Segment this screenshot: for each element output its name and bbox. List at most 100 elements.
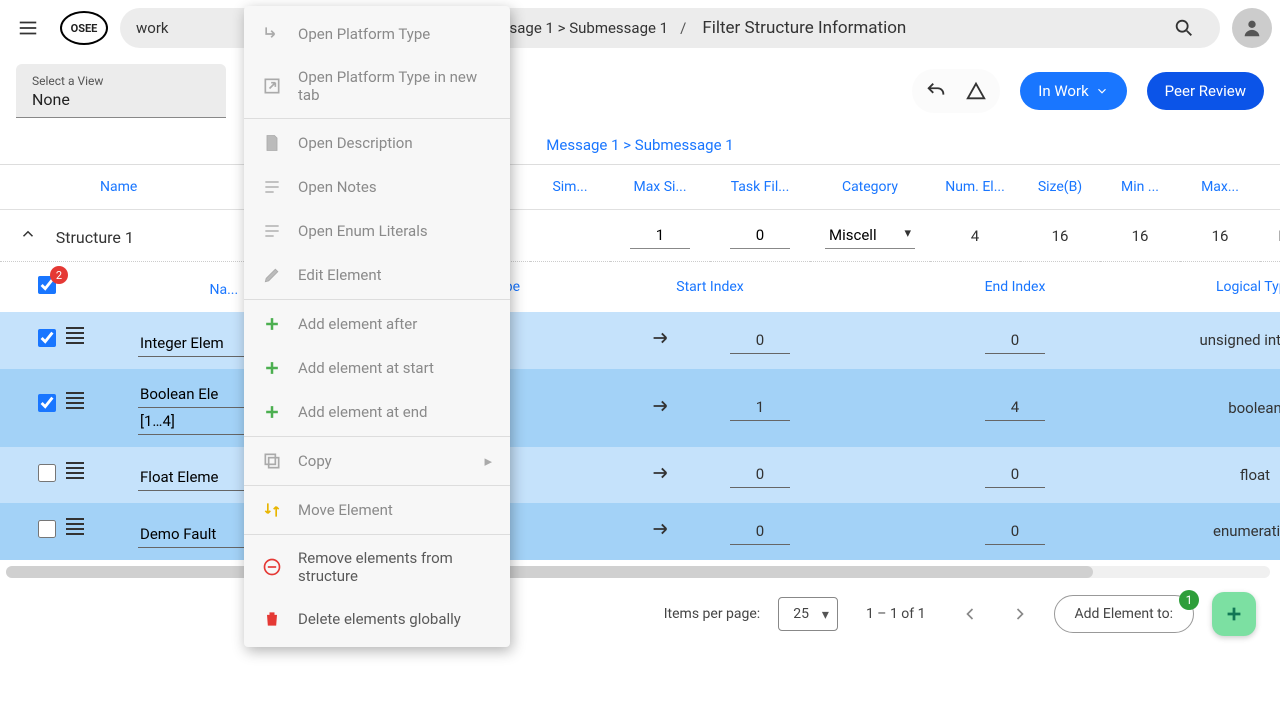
goto-button[interactable]: [649, 327, 671, 353]
element-checkbox[interactable]: [38, 394, 56, 412]
menu-button[interactable]: [8, 8, 48, 48]
max-value: 16: [1180, 210, 1260, 262]
table-header-row: Name Sim... Max Si... Task Fil... Catego…: [0, 165, 1280, 210]
view-selector-value: None: [32, 88, 210, 109]
structure-row: Structure 1 Miscell 4 16 16 16 Base: [0, 210, 1280, 262]
menu-delete-elements[interactable]: Delete elements globally: [244, 597, 510, 641]
menu-add-element-after[interactable]: Add element after: [244, 302, 510, 346]
copy-icon: [262, 451, 282, 471]
table-footer: Items per page: 25 1 – 1 of 1 Add Elemen…: [0, 578, 1280, 650]
per-page-select[interactable]: 25: [778, 597, 838, 631]
col-category[interactable]: Category: [810, 165, 930, 210]
sizeb-value: 16: [1020, 210, 1100, 262]
menu-edit-element[interactable]: Edit Element: [244, 253, 510, 297]
menu-open-platform-type-new-tab[interactable]: Open Platform Type in new tab: [244, 56, 510, 116]
menu-add-element-end[interactable]: Add element at end: [244, 390, 510, 434]
trash-icon: [262, 609, 282, 629]
col-max-si[interactable]: Max Si...: [610, 165, 710, 210]
search-button[interactable]: [1164, 8, 1204, 48]
topbar: OSEE work / Message 1 > Submessage 1 / F…: [0, 0, 1280, 56]
add-fab[interactable]: [1212, 592, 1256, 636]
subcol-logical-type[interactable]: Logical Type: [1180, 262, 1280, 313]
plus-icon: [262, 314, 282, 334]
in-work-button[interactable]: In Work: [1020, 72, 1126, 110]
col-num-el[interactable]: Num. El...: [930, 165, 1020, 210]
num-el-value: 4: [930, 210, 1020, 262]
per-page-value: 25: [793, 606, 809, 622]
element-checkbox[interactable]: [38, 464, 56, 482]
prev-page-button[interactable]: [954, 598, 986, 630]
breadcrumb-link[interactable]: Message 1 > Submessage 1: [546, 136, 733, 154]
element-checkbox[interactable]: [38, 520, 56, 538]
plus-icon: [1223, 603, 1245, 625]
subcol-name[interactable]: Na...: [209, 282, 238, 298]
toolbar-row: Select a View None In Work Peer Review: [0, 56, 1280, 130]
start-index-value: 0: [730, 327, 790, 354]
goto-button[interactable]: [649, 518, 671, 544]
undo-icon: [925, 80, 947, 102]
drag-handle[interactable]: [66, 459, 84, 482]
pencil-icon: [262, 265, 282, 285]
breadcrumb-separator: /: [680, 19, 686, 37]
end-index-value: 0: [985, 327, 1045, 354]
element-checkbox[interactable]: [38, 329, 56, 347]
logical-type-value: enumeration: [1180, 503, 1280, 560]
task-input[interactable]: [730, 222, 790, 249]
menu-open-enum-literals[interactable]: Open Enum Literals: [244, 209, 510, 253]
col-min[interactable]: Min ...: [1100, 165, 1180, 210]
element-row: 00unsigned integer: [0, 312, 1280, 369]
col-max[interactable]: Max...: [1180, 165, 1260, 210]
undo-group: [912, 69, 1000, 113]
subdirectory-arrow-icon: [262, 24, 282, 44]
expand-toggle[interactable]: [16, 225, 40, 247]
element-row: 14boolean: [0, 369, 1280, 447]
col-sim[interactable]: Sim...: [530, 165, 610, 210]
context-menu: Open Platform Type Open Platform Type in…: [244, 6, 510, 647]
menu-copy[interactable]: Copy ▸: [244, 439, 510, 483]
next-page-button[interactable]: [1004, 598, 1036, 630]
col-ap[interactable]: Ap: [1260, 165, 1280, 210]
arrow-right-icon: [649, 327, 671, 349]
chevron-right-icon: [1010, 604, 1030, 624]
category-select[interactable]: Miscell: [825, 222, 915, 249]
items-per-page-label: Items per page:: [664, 606, 760, 622]
col-sizeb[interactable]: Size(B): [1020, 165, 1100, 210]
document-icon: [262, 133, 282, 153]
subcol-start-index[interactable]: Start Index: [610, 262, 810, 313]
drag-handle[interactable]: [66, 324, 84, 347]
col-task-fil[interactable]: Task Fil...: [710, 165, 810, 210]
logical-type-value: boolean: [1180, 369, 1280, 447]
goto-button[interactable]: [649, 462, 671, 488]
horizontal-scrollbar[interactable]: [6, 566, 1270, 578]
arrow-right-icon: [649, 462, 671, 484]
structure-name: Structure 1: [56, 228, 134, 247]
plus-icon: [262, 358, 282, 378]
user-avatar[interactable]: [1232, 8, 1272, 48]
add-element-badge: 1: [1179, 590, 1199, 610]
menu-open-platform-type[interactable]: Open Platform Type: [244, 12, 510, 56]
drag-handle[interactable]: [66, 515, 84, 538]
in-work-label: In Work: [1038, 82, 1088, 100]
element-row: 00float: [0, 447, 1280, 504]
chevron-right-icon: ▸: [484, 452, 492, 470]
menu-remove-elements[interactable]: Remove elements from structure: [244, 537, 510, 597]
start-index-value: 0: [730, 461, 790, 488]
add-element-to-button[interactable]: Add Element to: 1: [1054, 595, 1195, 633]
breadcrumb-work[interactable]: work: [136, 19, 169, 37]
undo-button[interactable]: [916, 71, 956, 111]
plus-icon: [262, 402, 282, 422]
search-icon: [1173, 17, 1195, 39]
menu-move-element[interactable]: Move Element: [244, 488, 510, 532]
subcol-end-index[interactable]: End Index: [930, 262, 1100, 313]
diff-button[interactable]: [956, 71, 996, 111]
menu-open-description[interactable]: Open Description: [244, 121, 510, 165]
scrollbar-thumb[interactable]: [6, 566, 1093, 578]
view-selector[interactable]: Select a View None: [16, 64, 226, 118]
end-index-value: 0: [985, 518, 1045, 545]
menu-open-notes[interactable]: Open Notes: [244, 165, 510, 209]
peer-review-button[interactable]: Peer Review: [1147, 72, 1264, 110]
drag-handle[interactable]: [66, 389, 84, 412]
sim-input[interactable]: [630, 222, 690, 249]
goto-button[interactable]: [649, 395, 671, 421]
menu-add-element-start[interactable]: Add element at start: [244, 346, 510, 390]
